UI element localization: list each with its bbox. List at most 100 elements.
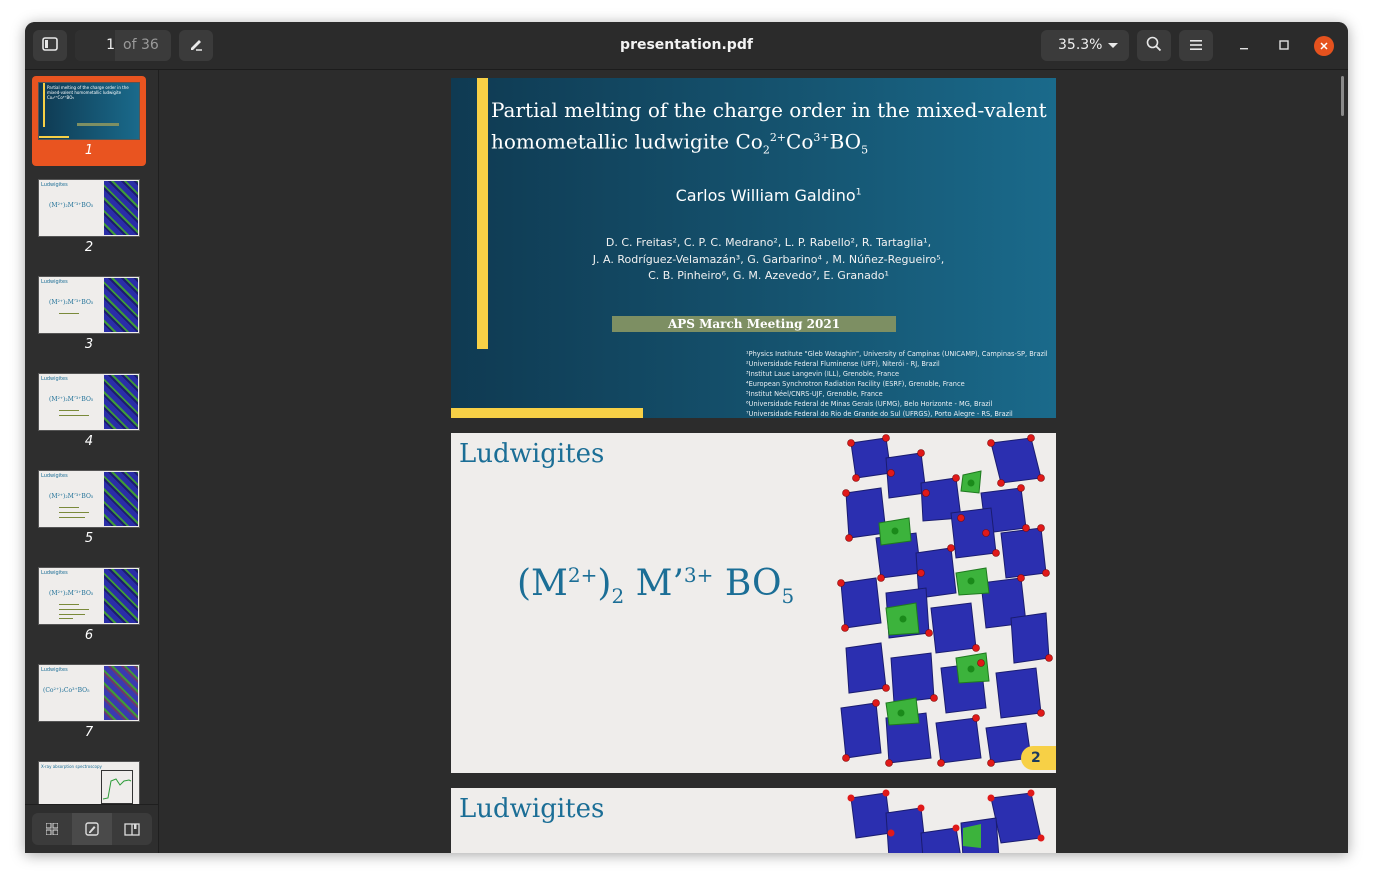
formula-part: (M <box>517 563 568 604</box>
crystal-image <box>104 472 138 526</box>
window-title: presentation.pdf <box>620 37 753 53</box>
thumbnail-page-1[interactable]: Partial melting of the charge order in t… <box>32 76 146 166</box>
affiliation-line: ⁶Universidade Federal de Minas Gerais (U… <box>746 400 993 408</box>
header-bar: 1 of 36 presentation.pdf 35.3% <box>25 22 1348 70</box>
thumbnail-number: 4 <box>84 434 94 449</box>
annotation-icon <box>85 822 99 836</box>
thumbnails-view-button[interactable] <box>32 813 72 845</box>
decorative-bar <box>451 408 643 418</box>
zoom-level: 35.3% <box>1058 37 1103 53</box>
thumbnail-formula: (Co²⁺)₂Co³⁺BO₅ <box>43 687 90 694</box>
affiliation-line: ¹Physics Institute "Gleb Wataghin", Univ… <box>746 350 1048 358</box>
thumbnail-page-7[interactable]: Ludwigites (Co²⁺)₂Co³⁺BO₅ 7 <box>32 658 146 748</box>
minimize-button[interactable] <box>1234 35 1254 55</box>
pdf-page-2: Ludwigites (M2+)2 M’3+ BO5 2 <box>451 433 1056 773</box>
thumbnail-page-6[interactable]: Ludwigites (M²⁺)₂M’³⁺BO₅ 6 <box>32 561 146 651</box>
coauthors-line: J. A. Rodríguez-Velamazán³, G. Garbarino… <box>592 253 945 266</box>
sidebar-toggle-icon <box>42 36 58 55</box>
main-menu-button[interactable] <box>1179 30 1213 61</box>
crystal-structure-image <box>837 434 1053 767</box>
slide-heading: Ludwigites <box>459 794 605 824</box>
annotations-view-button[interactable] <box>72 813 112 845</box>
maximize-button[interactable] <box>1274 35 1294 55</box>
page-total-label: of 36 <box>123 37 159 53</box>
close-button[interactable] <box>1314 36 1334 56</box>
search-button[interactable] <box>1137 30 1171 61</box>
slide-heading: Ludwigites <box>459 439 605 469</box>
document-view[interactable]: Partial melting of the charge order in t… <box>159 70 1348 853</box>
affiliation-line: ⁵Institut Néel/CNRS-UJF, Grenoble, Franc… <box>746 390 883 398</box>
thumbnail-sidebar: Partial melting of the charge order in t… <box>25 70 159 853</box>
formula-part: ) <box>597 563 612 604</box>
thumbnail-preview: Partial melting of the charge order in t… <box>38 82 140 140</box>
affiliation-line: ²Universidade Federal Fluminense (UFF), … <box>746 360 940 368</box>
thumbnail-title: X-ray absorption spectroscopy <box>41 764 102 769</box>
chevron-down-icon <box>1108 43 1118 48</box>
thumbnail-preview: Ludwigites (M²⁺)₂M’³⁺BO₅ <box>38 179 140 237</box>
thumbnail-preview: Ludwigites (M²⁺)₂M’³⁺BO₅ <box>38 276 140 334</box>
subscript: 5 <box>861 143 869 157</box>
document-viewer-window: 1 of 36 presentation.pdf 35.3% Partial m… <box>25 22 1348 853</box>
slide-title-part: BO <box>829 129 862 154</box>
slide-title-line: homometallic ludwigite Co <box>491 129 763 154</box>
affiliations: ¹Physics Institute "Gleb Wataghin", Univ… <box>746 349 1056 418</box>
thumbnail-formula: (M²⁺)₂M’³⁺BO₅ <box>49 590 94 597</box>
close-icon <box>1320 42 1328 50</box>
thumbnail-page-5[interactable]: Ludwigites (M²⁺)₂M’³⁺BO₅ 5 <box>32 464 146 554</box>
superscript: 2+ <box>567 563 598 587</box>
bookmarks-view-button[interactable] <box>112 813 152 845</box>
sidebar-toggle-button[interactable] <box>33 30 67 61</box>
superscript: 3+ <box>813 131 830 144</box>
meeting-banner: APS March Meeting 2021 <box>612 316 896 332</box>
zoom-dropdown[interactable]: 35.3% <box>1041 30 1129 61</box>
crystal-image <box>104 666 138 720</box>
thumbnail-page-4[interactable]: Ludwigites (M²⁺)₂M’³⁺BO₅ 4 <box>32 367 146 457</box>
thumbnail-number: 7 <box>84 725 94 740</box>
thumbnail-page-3[interactable]: Ludwigites (M²⁺)₂M’³⁺BO₅ 3 <box>32 270 146 360</box>
sidebar-footer <box>25 804 158 853</box>
annotate-button[interactable] <box>179 30 213 61</box>
thumbnail-preview: Ludwigites (M²⁺)₂M’³⁺BO₅ <box>38 373 140 431</box>
superscript: 2+ <box>769 131 787 144</box>
superscript: 3+ <box>683 563 714 587</box>
thumbnail-page-2[interactable]: Ludwigites (M²⁺)₂M’³⁺BO₅ 2 <box>32 173 146 263</box>
thumbnail-title: Ludwigites <box>41 182 68 188</box>
thumbnail-number: 1 <box>84 143 94 158</box>
pdf-page-1: Partial melting of the charge order in t… <box>451 78 1056 418</box>
pen-annotate-icon <box>188 36 204 56</box>
presenter-name: Carlos William Galdino1 <box>481 186 1056 205</box>
sidebar-mode-switcher <box>32 813 152 845</box>
thumbnail-title: Ludwigites <box>41 667 68 673</box>
coauthors-line: D. C. Freitas², C. P. C. Medrano², L. P.… <box>605 236 932 249</box>
page-number-input[interactable]: 1 <box>75 30 115 61</box>
slide-title-line: Partial melting of the charge order in t… <box>491 98 1047 122</box>
search-icon <box>1146 36 1162 56</box>
crystal-image <box>104 181 138 235</box>
formula-part: BO <box>713 563 782 604</box>
chart-image <box>101 770 133 804</box>
subscript: 5 <box>781 584 795 609</box>
affiliation-line: ³Institut Laue Langevin (ILL), Grenoble,… <box>746 370 900 378</box>
affiliation-line: ⁴European Synchrotron Radiation Facility… <box>746 380 965 388</box>
affiliation-line: ⁷Universidade Federal do Rio de Grande d… <box>746 410 1013 418</box>
chemical-formula: (M2+)2 M’3+ BO5 <box>517 563 794 608</box>
coauthors-line: C. B. Pinheiro⁶, G. M. Azevedo⁷, E. Gran… <box>648 269 889 282</box>
thumbnail-number: 6 <box>84 628 94 643</box>
thumbnail-preview: Ludwigites (M²⁺)₂M’³⁺BO₅ <box>38 567 140 625</box>
crystal-structure-image <box>847 789 1045 853</box>
thumbnail-title: Ludwigites <box>41 473 68 479</box>
thumbnail-number: 3 <box>84 337 94 352</box>
thumbnail-title: Ludwigites <box>41 570 68 576</box>
vertical-scrollbar[interactable] <box>1341 76 1344 116</box>
subscript: 2 <box>611 584 625 609</box>
crystal-image <box>104 569 138 623</box>
book-icon <box>124 822 140 836</box>
maximize-icon <box>1279 40 1289 50</box>
thumbnail-title: Ludwigites <box>41 376 68 382</box>
superscript: 1 <box>855 187 862 198</box>
crystal-image <box>104 278 138 332</box>
thumbnail-formula: (M²⁺)₂M’³⁺BO₅ <box>49 396 94 403</box>
thumbnail-preview: X-ray absorption spectroscopy <box>38 761 140 806</box>
thumbnail-formula: (M²⁺)₂M’³⁺BO₅ <box>49 202 94 209</box>
slide-page-badge: 2 <box>1021 746 1056 770</box>
